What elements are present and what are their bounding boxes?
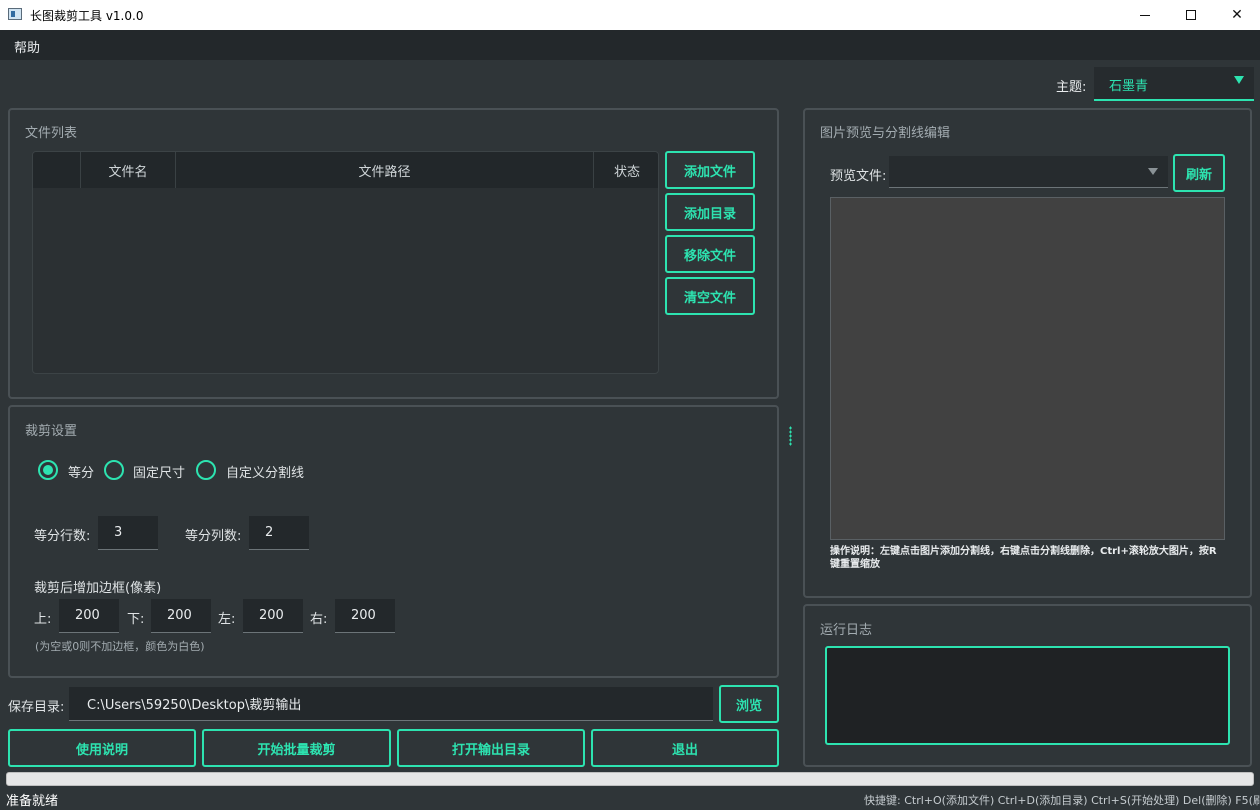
exit-button[interactable]: 退出 <box>591 729 779 767</box>
progress-bar <box>6 772 1254 786</box>
minimize-icon <box>1140 14 1150 16</box>
help-button[interactable]: 使用说明 <box>8 729 196 767</box>
add-file-button[interactable]: 添加文件 <box>665 151 755 189</box>
theme-label: 主题: <box>1056 80 1087 95</box>
save-dir-label: 保存目录: <box>8 700 65 715</box>
status-text: 准备就绪 <box>6 794 59 809</box>
preview-instructions: 操作说明：左键点击图片添加分割线，右键点击分割线删除，Ctrl+滚轮放大图片，按… <box>830 546 1217 570</box>
menu-help[interactable]: 帮助 <box>14 37 40 56</box>
mode-equal-label[interactable]: 等分 <box>68 462 94 481</box>
rows-input[interactable]: 3 <box>98 516 158 550</box>
column-header-status[interactable]: 状态 <box>594 152 658 188</box>
theme-select[interactable]: 石墨青 <box>1094 67 1254 101</box>
close-icon: ✕ <box>1231 7 1243 23</box>
table-header: 文件名 文件路径 状态 <box>33 152 658 188</box>
column-header-path[interactable]: 文件路径 <box>176 152 594 188</box>
preview-file-label: 预览文件: <box>830 169 887 184</box>
save-dir-input[interactable]: C:\Users\59250\Desktop\裁剪输出 <box>69 687 713 721</box>
remove-file-button[interactable]: 移除文件 <box>665 235 755 273</box>
border-right-label: 右: <box>310 612 328 627</box>
border-left-label: 左: <box>218 612 236 627</box>
window-title: 长图裁剪工具 v1.0.0 <box>30 9 144 23</box>
cols-input[interactable]: 2 <box>249 516 309 550</box>
border-left-input[interactable]: 200 <box>243 599 303 633</box>
start-batch-crop-button[interactable]: 开始批量裁剪 <box>202 729 391 767</box>
maximize-button[interactable] <box>1168 0 1214 30</box>
crop-settings-title: 裁剪设置 <box>25 424 78 439</box>
preview-title: 图片预览与分割线编辑 <box>820 126 951 141</box>
border-bottom-label: 下: <box>127 612 145 627</box>
file-list-title: 文件列表 <box>25 126 78 141</box>
border-right-input[interactable]: 200 <box>335 599 395 633</box>
mode-fixed-radio[interactable] <box>104 460 124 480</box>
column-header-index[interactable] <box>33 152 81 188</box>
mode-custom-radio[interactable] <box>196 460 216 480</box>
border-bottom-input[interactable]: 200 <box>151 599 211 633</box>
app-icon <box>8 8 22 20</box>
splitter-handle[interactable] <box>789 426 792 446</box>
border-hint: (为空或0则不加边框，颜色为白色) <box>35 640 205 653</box>
chevron-down-icon <box>1234 76 1244 84</box>
mode-fixed-label[interactable]: 固定尺寸 <box>133 462 185 481</box>
clear-files-button[interactable]: 清空文件 <box>665 277 755 315</box>
preview-canvas[interactable] <box>830 197 1225 540</box>
border-top-input[interactable]: 200 <box>59 599 119 633</box>
rows-label: 等分行数: <box>34 529 91 544</box>
cols-label: 等分列数: <box>185 529 242 544</box>
theme-value: 石墨青 <box>1109 79 1149 94</box>
border-top-label: 上: <box>34 612 52 627</box>
refresh-button[interactable]: 刷新 <box>1173 154 1225 192</box>
menu-bar <box>0 30 1260 60</box>
title-bar <box>0 0 1260 30</box>
close-button[interactable]: ✕ <box>1214 0 1260 30</box>
add-directory-button[interactable]: 添加目录 <box>665 193 755 231</box>
minimize-button[interactable] <box>1122 0 1168 30</box>
shortcuts-hint: 快捷键: Ctrl+O(添加文件) Ctrl+D(添加目录) Ctrl+S(开始… <box>864 794 1260 807</box>
open-output-button[interactable]: 打开输出目录 <box>397 729 585 767</box>
log-output[interactable] <box>825 646 1230 745</box>
mode-custom-label[interactable]: 自定义分割线 <box>226 462 304 481</box>
mode-equal-radio[interactable] <box>38 460 58 480</box>
column-header-name[interactable]: 文件名 <box>81 152 176 188</box>
maximize-icon <box>1186 10 1196 20</box>
preview-file-select[interactable] <box>889 156 1168 188</box>
log-title: 运行日志 <box>820 623 873 638</box>
browse-button[interactable]: 浏览 <box>719 685 779 723</box>
border-title: 裁剪后增加边框(像素) <box>34 581 162 596</box>
chevron-down-icon <box>1148 168 1158 175</box>
file-table[interactable]: 文件名 文件路径 状态 <box>32 151 659 374</box>
